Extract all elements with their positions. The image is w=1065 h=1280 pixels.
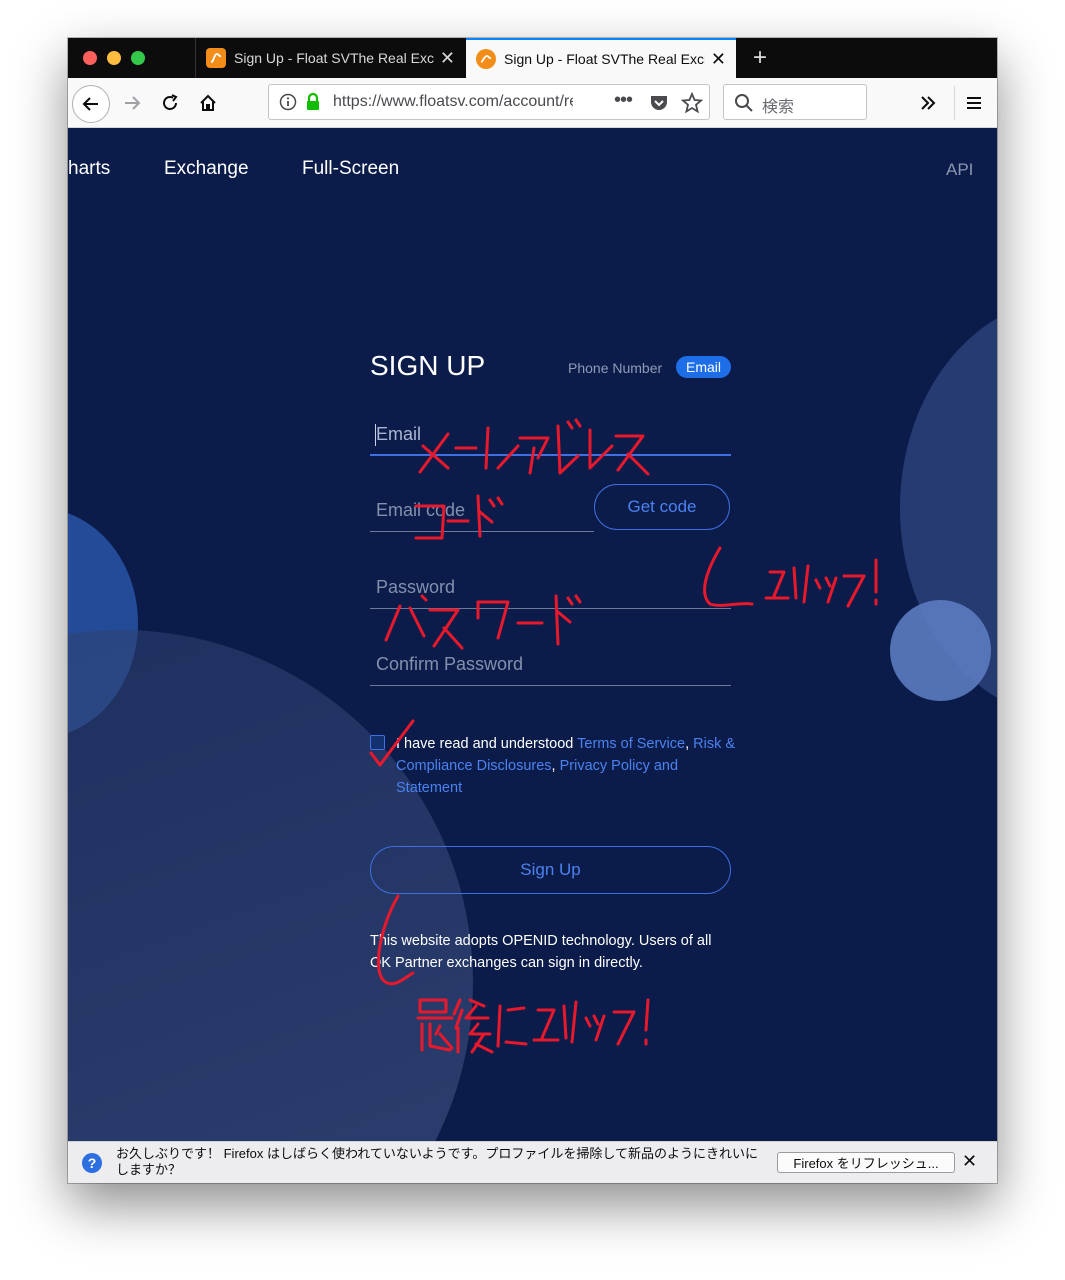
navigation-toolbar: https://www.floatsv.com/account/register… <box>68 78 997 128</box>
minimize-window-button[interactable] <box>107 51 121 65</box>
notification-bar: ? お久しぶりです！ Firefox はしばらく使われていないようです。プロファ… <box>68 1141 997 1183</box>
arrow-left-icon <box>82 97 98 111</box>
terms-of-service-link[interactable]: Terms of Service <box>577 736 685 752</box>
close-window-button[interactable] <box>83 51 97 65</box>
info-icon[interactable] <box>279 93 297 111</box>
phone-number-toggle[interactable]: Phone Number <box>568 360 662 376</box>
pocket-icon[interactable] <box>649 93 669 113</box>
confirm-password-placeholder: Confirm Password <box>376 654 524 674</box>
back-button[interactable] <box>72 85 110 123</box>
email-code-field[interactable]: Email code <box>370 490 594 532</box>
terms-text: I have read and understood Terms of Serv… <box>396 733 736 799</box>
search-placeholder: 検索 <box>762 99 795 116</box>
terms-separator: , <box>551 758 560 774</box>
refresh-firefox-button[interactable]: Firefox をリフレッシュ... <box>777 1152 955 1173</box>
sign-up-button[interactable]: Sign Up <box>370 846 731 894</box>
terms-prefix: I have read and understood <box>396 736 578 752</box>
hamburger-icon <box>967 97 981 109</box>
arrow-right-icon <box>125 96 141 110</box>
password-placeholder: Password <box>376 577 456 597</box>
terms-separator: , <box>685 736 694 752</box>
chevron-double-right-icon <box>921 96 936 110</box>
web-page: harts Exchange Full-Screen API SIGN UP P… <box>68 128 997 1141</box>
zoom-window-button[interactable] <box>131 51 145 65</box>
form-title: SIGN UP <box>370 350 486 381</box>
reload-icon <box>163 94 178 110</box>
bookmark-star-icon[interactable] <box>681 92 703 114</box>
tab-active[interactable]: Sign Up - Float SVThe Real Exchange ✕ <box>466 38 736 78</box>
lock-icon <box>307 92 319 110</box>
decor-circle <box>890 600 991 701</box>
close-notification-icon[interactable]: ✕ <box>962 1151 977 1172</box>
confirm-password-field[interactable]: Confirm Password <box>370 644 731 686</box>
forward-button[interactable] <box>120 91 144 115</box>
nav-charts-link[interactable]: harts <box>68 158 110 180</box>
tab-title: Sign Up - Float SVThe Real Exchange <box>504 51 705 67</box>
tab-inactive[interactable]: Sign Up - Float SVThe Real Exchange ✕ <box>195 38 465 78</box>
site-favicon-icon <box>206 48 226 68</box>
search-icon <box>735 94 753 112</box>
reload-button[interactable] <box>158 91 182 115</box>
close-tab-icon[interactable]: ✕ <box>711 49 726 70</box>
site-favicon-icon <box>476 49 496 69</box>
nav-exchange-link[interactable]: Exchange <box>164 158 249 180</box>
email-code-placeholder: Email code <box>376 500 466 520</box>
new-tab-button[interactable]: + <box>744 38 776 78</box>
url-text: https://www.floatsv.com/account/register <box>333 93 573 110</box>
email-field[interactable]: Email <box>370 414 731 456</box>
openid-notice: This website adopts OPENID technology. U… <box>370 933 712 971</box>
home-button[interactable] <box>196 91 220 115</box>
overflow-menu-button[interactable] <box>916 91 940 115</box>
tab-title: Sign Up - Float SVThe Real Exchange <box>234 50 434 66</box>
tab-bar: Sign Up - Float SVThe Real Exchange ✕ Si… <box>68 38 997 78</box>
get-code-button[interactable]: Get code <box>594 484 730 530</box>
page-actions-icon[interactable]: ••• <box>614 89 633 112</box>
home-icon <box>200 94 216 111</box>
email-placeholder: Email <box>376 424 422 444</box>
nav-fullscreen-link[interactable]: Full-Screen <box>302 158 399 180</box>
terms-checkbox[interactable] <box>370 735 385 750</box>
email-toggle[interactable]: Email <box>676 356 732 378</box>
hamburger-menu-button[interactable] <box>962 91 986 115</box>
nav-api-link[interactable]: API <box>946 160 973 180</box>
browser-window: Sign Up - Float SVThe Real Exchange ✕ Si… <box>68 38 997 1183</box>
close-tab-icon[interactable]: ✕ <box>440 48 455 69</box>
help-question-icon: ? <box>82 1153 102 1173</box>
address-bar[interactable]: https://www.floatsv.com/account/register… <box>268 84 710 120</box>
toolbar-divider <box>954 86 955 120</box>
notification-message: お久しぶりです！ Firefox はしばらく使われていないようです。プロファイル… <box>116 1146 758 1177</box>
search-bar[interactable]: 検索 <box>723 84 867 120</box>
password-field[interactable]: Password <box>370 567 731 609</box>
